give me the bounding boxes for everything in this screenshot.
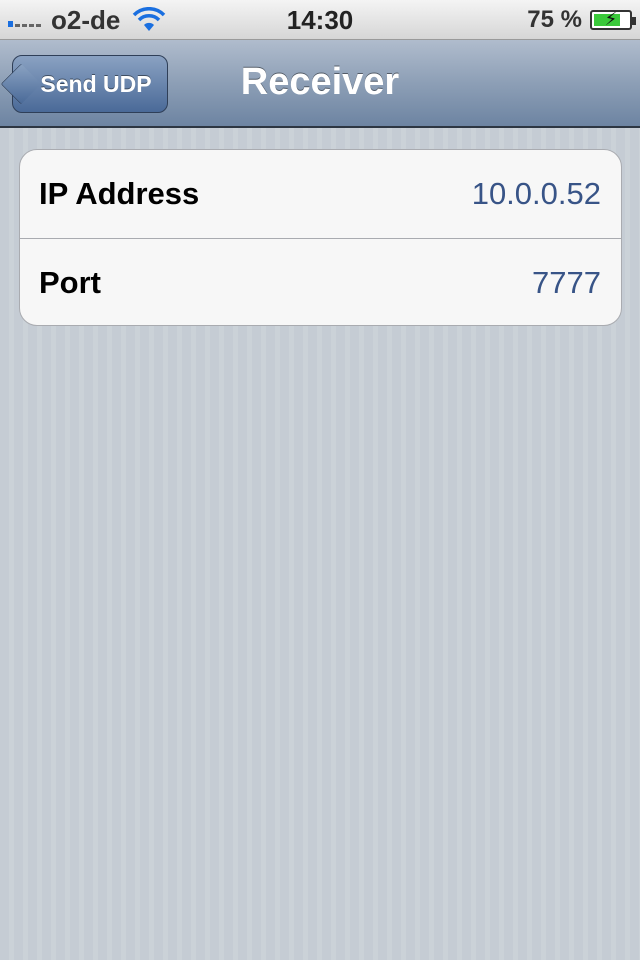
row-value: 7777 (532, 264, 601, 300)
row-value: 10.0.0.52 (471, 176, 601, 211)
status-bar: o2-de 14:30 75 % ⚡ (0, 0, 640, 40)
back-button-label: Send UDP (40, 70, 152, 97)
row-label: Port (39, 264, 101, 300)
settings-group: IP Address 10.0.0.52 Port 7777 (19, 149, 622, 326)
settings-row-ip-address[interactable]: IP Address 10.0.0.52 (20, 150, 621, 238)
status-right: 75 % ⚡ (527, 0, 636, 40)
row-label: IP Address (39, 176, 200, 211)
settings-row-port[interactable]: Port 7777 (20, 238, 621, 325)
bolt-icon: ⚡ (604, 9, 618, 29)
battery-charging-icon: ⚡ (590, 9, 636, 30)
navigation-bar: Send UDP Receiver (0, 40, 640, 128)
battery-percent: 75 % (527, 6, 582, 33)
